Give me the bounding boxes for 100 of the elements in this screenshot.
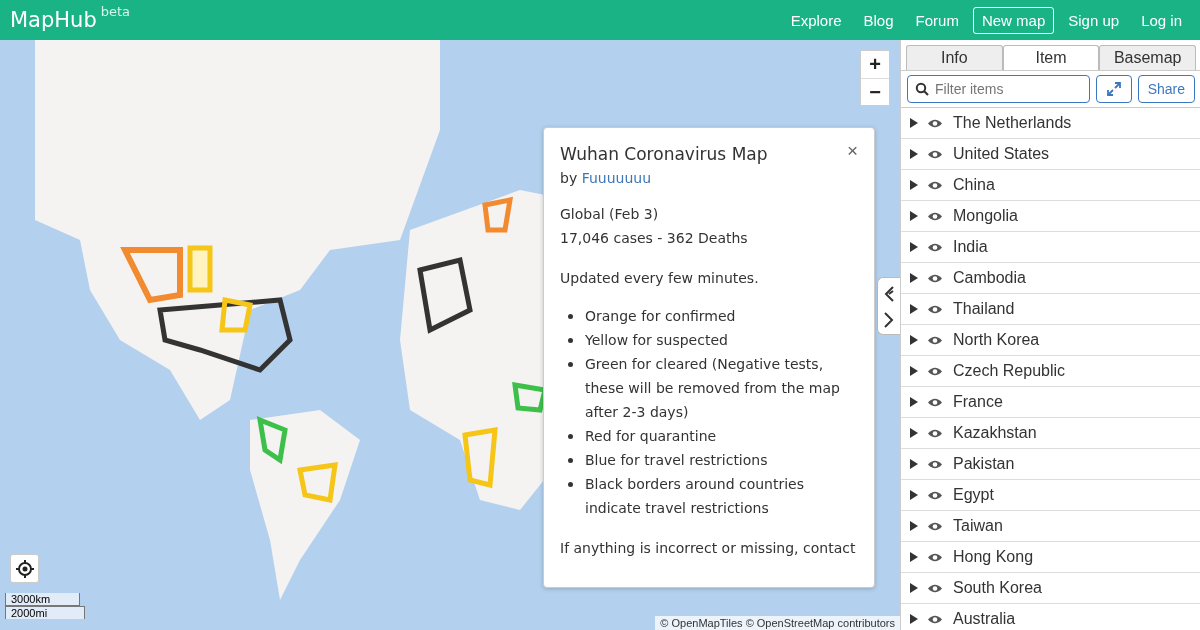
item-name: Kazakhstan	[953, 424, 1037, 442]
caret-right-icon[interactable]	[909, 583, 919, 593]
item-name: France	[953, 393, 1003, 411]
eye-icon[interactable]	[927, 489, 943, 501]
sidebar-tab[interactable]: Basemap	[1099, 45, 1196, 70]
summary-text: Global (Feb 3)	[560, 205, 660, 224]
scale-bar: 2000mi	[5, 606, 85, 619]
eye-icon[interactable]	[927, 551, 943, 563]
bullet-icon	[568, 314, 573, 319]
caret-right-icon[interactable]	[909, 273, 919, 283]
item-name: Pakistan	[953, 455, 1015, 473]
eye-icon[interactable]	[927, 582, 943, 594]
caret-right-icon[interactable]	[909, 118, 919, 128]
bullet-icon	[568, 458, 573, 463]
sidebar-tab[interactable]: Info	[906, 45, 1003, 70]
layer-item[interactable]: United States	[901, 139, 1200, 170]
caret-right-icon[interactable]	[909, 366, 919, 376]
filter-field[interactable]: Filter items	[907, 75, 1090, 103]
legend-text: Yellow for suspected	[585, 331, 728, 350]
bullet-icon	[568, 434, 573, 439]
bullet-icon	[568, 362, 573, 367]
byline-text: by	[560, 170, 578, 186]
close-button[interactable]: ×	[846, 140, 858, 162]
caret-right-icon[interactable]	[909, 149, 919, 159]
eye-icon[interactable]	[927, 458, 943, 470]
eye-icon[interactable]	[927, 117, 943, 129]
eye-icon[interactable]	[927, 241, 943, 253]
popup-title: Wuhan Coronavirus Map	[560, 144, 768, 164]
layer-item[interactable]: South Korea	[901, 573, 1200, 604]
eye-icon[interactable]	[927, 210, 943, 222]
caret-right-icon[interactable]	[909, 552, 919, 562]
eye-icon[interactable]	[927, 303, 943, 315]
layer-item[interactable]: Hong Kong	[901, 542, 1200, 573]
item-name: North Korea	[953, 331, 1040, 349]
scale-bar: 3000km	[5, 593, 80, 606]
caret-right-icon[interactable]	[909, 180, 919, 190]
attribution-text: © OpenMapTiles © OpenStreetMap contributors	[655, 616, 900, 630]
item-name: Cambodia	[953, 269, 1026, 287]
eye-icon[interactable]	[927, 148, 943, 160]
eye-icon[interactable]	[927, 334, 943, 346]
caret-right-icon[interactable]	[909, 521, 919, 531]
sidebar-tab[interactable]: Item	[1002, 45, 1100, 70]
layer-item[interactable]: France	[901, 387, 1200, 418]
bullet-icon	[568, 338, 573, 343]
crosshair-icon	[14, 558, 35, 579]
layer-item[interactable]: Pakistan	[901, 449, 1200, 480]
update-note: Updated every few minutes.	[560, 269, 760, 288]
item-name: United States	[953, 145, 1050, 163]
summary-text: 17,046 cases - 362 Deaths	[560, 229, 749, 248]
caret-right-icon[interactable]	[909, 490, 919, 500]
item-name: South Korea	[953, 579, 1042, 597]
caret-right-icon[interactable]	[909, 428, 919, 438]
legend-text: Red for quarantine	[585, 427, 717, 446]
layer-item[interactable]: Cambodia	[901, 263, 1200, 294]
layer-item[interactable]: China	[901, 170, 1200, 201]
layer-item[interactable]: Thailand	[901, 294, 1200, 325]
item-name: Thailand	[953, 300, 1015, 318]
eye-icon[interactable]	[927, 272, 943, 284]
sidebar-toggle[interactable]	[877, 277, 900, 335]
layer-item[interactable]: Czech Republic	[901, 356, 1200, 387]
layer-item[interactable]: The Netherlands	[901, 108, 1200, 139]
share-button[interactable]: Share	[1137, 75, 1195, 103]
caret-right-icon[interactable]	[909, 304, 919, 314]
eye-icon[interactable]	[927, 396, 943, 408]
caret-right-icon[interactable]	[909, 242, 919, 252]
caret-right-icon[interactable]	[909, 459, 919, 469]
layer-item[interactable]: Australia	[901, 604, 1200, 630]
caret-right-icon[interactable]	[909, 397, 919, 407]
legend-text: Black borders around countries indicate travel restrictions	[585, 475, 806, 518]
eye-icon[interactable]	[927, 613, 943, 625]
fullscreen-button[interactable]	[1095, 75, 1132, 103]
caret-right-icon[interactable]	[909, 614, 919, 624]
legend-text: Orange for confirmed	[585, 307, 736, 326]
layer-item[interactable]: Egypt	[901, 480, 1200, 511]
item-name: China	[953, 176, 995, 194]
eye-icon[interactable]	[927, 520, 943, 532]
bullet-icon	[568, 482, 573, 487]
item-name: India	[953, 238, 988, 256]
contact-text: If anything is incorrect or missing, contact	[560, 539, 857, 558]
zoom-out-button[interactable]: −	[861, 78, 889, 105]
item-name: Taiwan	[953, 517, 1003, 535]
author-link[interactable]: Fuuuuuuu	[581, 170, 652, 186]
expand-icon	[1106, 82, 1121, 96]
item-name: Hong Kong	[953, 548, 1034, 566]
eye-icon[interactable]	[927, 179, 943, 191]
layer-item[interactable]: Kazakhstan	[901, 418, 1200, 449]
caret-right-icon[interactable]	[909, 335, 919, 345]
layer-item[interactable]: India	[901, 232, 1200, 263]
item-name: Egypt	[953, 486, 994, 504]
item-name: Czech Republic	[953, 362, 1066, 380]
item-name: Mongolia	[953, 207, 1018, 225]
eye-icon[interactable]	[927, 365, 943, 377]
beta-label: beta	[100, 4, 131, 19]
eye-icon[interactable]	[927, 427, 943, 439]
layer-item[interactable]: Mongolia	[901, 201, 1200, 232]
caret-right-icon[interactable]	[909, 211, 919, 221]
locate-button[interactable]	[10, 554, 39, 583]
layer-item[interactable]: North Korea	[901, 325, 1200, 356]
layer-item[interactable]: Taiwan	[901, 511, 1200, 542]
item-name: The Netherlands	[953, 114, 1072, 132]
